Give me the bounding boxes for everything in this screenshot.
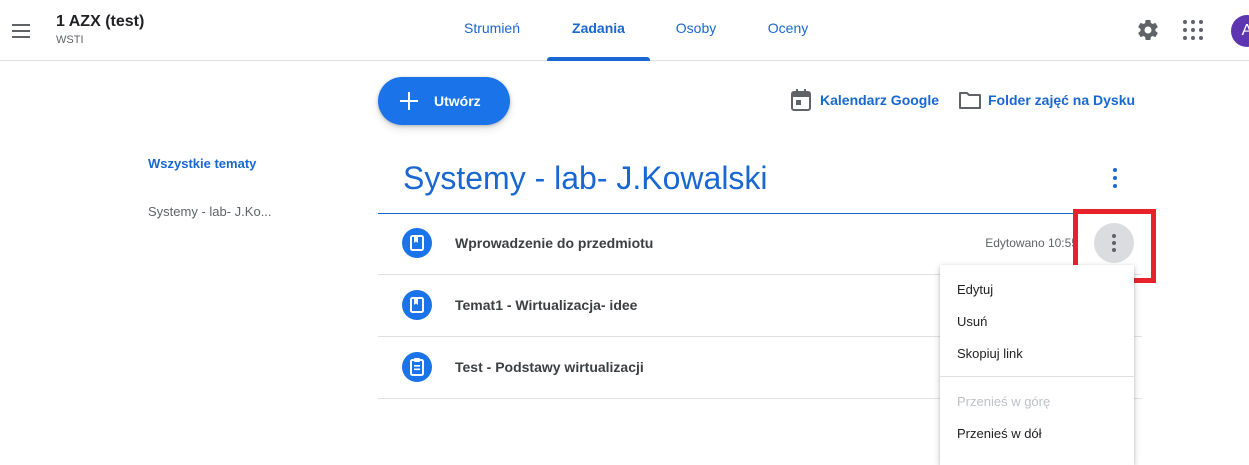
classwork-item-title: Temat1 - Wirtualizacja- idee (455, 297, 638, 313)
tab-grades[interactable]: Oceny (754, 0, 822, 61)
menu-item-move-down-label: Przenieś w dół (957, 426, 1042, 441)
tab-people-label: Osoby (675, 20, 717, 36)
item-context-menu: Edytuj Usuń Skopiuj link Przenieś w górę… (940, 265, 1134, 465)
classwork-item-title: Test - Podstawy wirtualizacji (455, 359, 644, 375)
menu-item-move-up-label: Przenieś w górę (957, 394, 1051, 409)
menu-item-delete[interactable]: Usuń (940, 305, 1134, 337)
tab-stream[interactable]: Strumień (446, 0, 538, 61)
gear-icon[interactable] (1136, 18, 1160, 42)
menu-item-delete-label: Usuń (957, 314, 988, 329)
sidebar-item-all-topics[interactable]: Wszystkie tematy (148, 156, 256, 171)
menu-icon[interactable] (12, 24, 30, 38)
menu-item-edit[interactable]: Edytuj (940, 273, 1134, 305)
topic-more-icon[interactable] (1103, 164, 1127, 192)
edited-timestamp: Edytowano 10:55 (985, 236, 1078, 250)
menu-item-move-up: Przenieś w górę (940, 385, 1134, 417)
class-title[interactable]: 1 AZX (test) (56, 13, 144, 31)
tab-classwork[interactable]: Zadania (547, 0, 650, 61)
tab-people[interactable]: Osoby (662, 0, 730, 61)
topic-title: Systemy - lab- J.Kowalski (403, 160, 768, 196)
create-button[interactable]: Utwórz (378, 77, 510, 125)
top-bar: 1 AZX (test) WSTI Strumień Zadania Osoby… (0, 0, 1249, 61)
avatar[interactable]: A (1231, 15, 1249, 47)
menu-item-edit-label: Edytuj (957, 282, 994, 297)
menu-item-copy-link[interactable]: Skopiuj link (940, 337, 1134, 369)
active-tab-indicator (547, 57, 650, 61)
menu-item-copy-link-label: Skopiuj link (957, 346, 1023, 361)
sidebar-item-topic[interactable]: Systemy - lab- J.Ko... (148, 204, 272, 219)
drive-folder-label: Folder zajęć na Dysku (988, 92, 1136, 108)
apps-grid-icon[interactable] (1183, 20, 1203, 40)
google-calendar-label: Kalendarz Google (820, 92, 940, 108)
class-subtitle: WSTI (56, 34, 84, 46)
tab-classwork-label: Zadania (572, 20, 625, 36)
menu-item-move-down[interactable]: Przenieś w dół (940, 417, 1134, 449)
classwork-item-title: Wprowadzenie do przedmiotu (455, 235, 654, 251)
create-button-label: Utwórz (434, 93, 481, 109)
folder-icon (959, 92, 981, 109)
plus-icon (398, 90, 420, 112)
calendar-icon (791, 89, 811, 111)
material-icon (402, 290, 432, 320)
material-icon (402, 228, 432, 258)
tab-stream-label: Strumień (463, 20, 521, 36)
assignment-icon (402, 352, 432, 382)
tab-grades-label: Oceny (767, 20, 809, 36)
menu-divider (940, 376, 1134, 377)
